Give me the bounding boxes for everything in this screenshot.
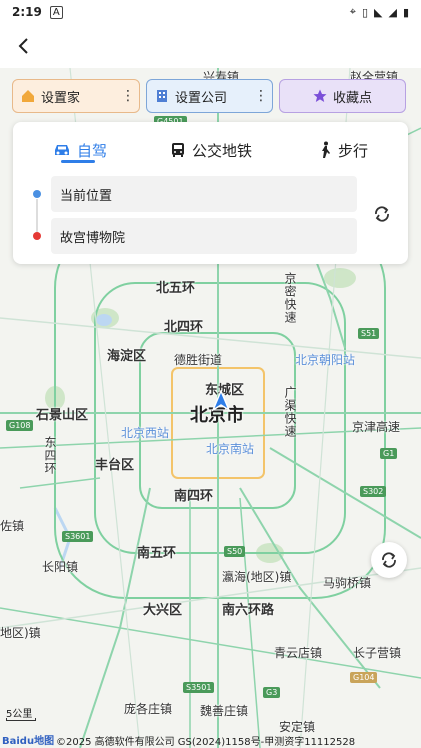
back-button[interactable]	[10, 32, 38, 60]
company-icon	[157, 90, 167, 102]
map-place-label: 瀛海(地区)镇	[222, 570, 292, 584]
refresh-icon	[382, 552, 396, 568]
status-bar: 2:19 A ⌖ ▯ ◣ ◢ ▮	[0, 0, 421, 24]
signal-icon: ◢	[388, 5, 397, 19]
map-road-label: 南五环	[137, 546, 177, 561]
set-home-label: 设置家	[41, 90, 81, 106]
highway-shield: G104	[350, 672, 378, 683]
set-company-label: 设置公司	[175, 90, 228, 106]
highway-shield: S302	[360, 486, 387, 497]
highway-shield: G3	[263, 687, 281, 698]
bus-icon	[170, 142, 186, 158]
highway-shield: S3501	[183, 682, 215, 693]
map-copyright: ©2025 高德软件有限公司 GS(2024)1158号-甲测资字1111252…	[56, 737, 356, 748]
route-planner-card: 自驾 公交地铁 步行 当前位置 故宫博物院	[13, 122, 408, 264]
active-tab-indicator	[61, 160, 95, 163]
wifi-icon: ◣	[374, 5, 383, 19]
map-road-label: 京密快速	[283, 272, 297, 324]
map-place-label: 庞各庄镇	[124, 702, 173, 716]
highway-shield: S51	[358, 328, 380, 339]
map-station-label: 北京南站	[206, 442, 255, 456]
swap-route-button[interactable]	[370, 202, 394, 226]
car-icon	[53, 143, 71, 157]
notification-icon: A	[49, 5, 63, 19]
top-bar	[0, 24, 421, 68]
destination-input[interactable]: 故宫博物院	[51, 218, 357, 254]
home-icon	[22, 90, 34, 102]
highway-shield: G1	[380, 448, 398, 459]
map-place-label: 魏善庄镇	[200, 704, 249, 718]
map-road-label: 北四环	[164, 320, 204, 335]
tab-drive-label: 自驾	[77, 141, 108, 160]
map-road-label: 南四环	[174, 489, 214, 504]
home-more-icon[interactable]: ⋮	[121, 89, 135, 103]
map-road-label: 南六环路	[222, 603, 275, 618]
map-place-label: 地区)镇	[0, 626, 41, 640]
vibrate-icon: ▯	[361, 5, 368, 19]
company-more-icon[interactable]: ⋮	[254, 89, 268, 103]
swap-icon	[375, 206, 389, 222]
back-arrow-icon	[18, 38, 28, 54]
tab-walk-label: 步行	[338, 141, 369, 160]
origin-input[interactable]: 当前位置	[51, 176, 357, 212]
tab-transit-label: 公交地铁	[192, 141, 253, 160]
set-home-button[interactable]: 设置家 ⋮	[12, 79, 140, 113]
tab-transit[interactable]: 公交地铁	[170, 132, 252, 168]
map-road-label: 京津高速	[352, 420, 401, 434]
map-road-label: 东四环	[43, 436, 57, 475]
map-district-label: 海淀区	[107, 349, 147, 364]
map-district-label: 大兴区	[143, 603, 183, 618]
favorites-label: 收藏点	[332, 90, 372, 106]
map-scale-bar	[6, 718, 36, 721]
map-road-label: 广渠快速	[283, 386, 297, 438]
highway-shield: G108	[6, 420, 34, 431]
location-icon: ⌖	[349, 5, 356, 18]
walk-icon	[318, 141, 332, 159]
map-refresh-button[interactable]	[371, 542, 407, 578]
highway-shield: S3601	[62, 531, 94, 542]
highway-shield: S50	[224, 546, 246, 557]
battery-icon: ▮	[402, 5, 409, 19]
map-road-label: 德胜街道	[174, 353, 223, 367]
map-place-label: 马驹桥镇	[323, 576, 372, 590]
map-road-label: 北五环	[156, 281, 196, 296]
map-place-label: 长子营镇	[353, 646, 402, 660]
star-icon	[313, 89, 327, 102]
origin-dot-icon	[33, 190, 41, 198]
map-place-label: 佐镇	[0, 519, 25, 533]
map-district-label: 石景山区	[36, 408, 89, 423]
map-district-label: 丰台区	[95, 458, 135, 473]
map-place-label: 长阳镇	[42, 560, 79, 574]
map-station-label: 北京西站	[121, 426, 170, 440]
set-company-button[interactable]: 设置公司 ⋮	[146, 79, 273, 113]
map-logo: Baidu地图	[2, 736, 55, 747]
route-connector	[36, 199, 38, 235]
tab-walk[interactable]: 步行	[318, 132, 368, 168]
destination-dot-icon	[33, 232, 41, 240]
map-place-label: 青云店镇	[274, 646, 323, 660]
favorites-button[interactable]: 收藏点	[279, 79, 406, 113]
destination-text: 故宫博物院	[60, 230, 126, 246]
map-station-label: 北京朝阳站	[295, 353, 356, 367]
quick-actions: 设置家 ⋮ 设置公司 ⋮ 收藏点	[12, 79, 406, 113]
current-location-icon	[211, 390, 231, 412]
origin-text: 当前位置	[60, 188, 113, 204]
status-time: 2:19	[12, 5, 42, 19]
